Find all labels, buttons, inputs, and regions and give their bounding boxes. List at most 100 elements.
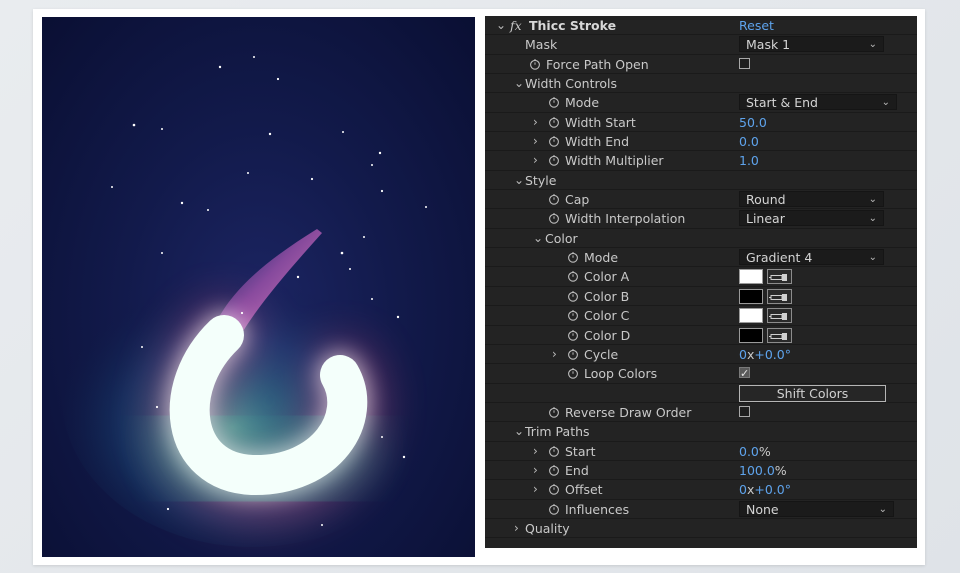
stopwatch-icon[interactable] xyxy=(548,464,560,476)
mode-label: Mode xyxy=(565,95,600,111)
stopwatch-icon[interactable] xyxy=(548,503,560,515)
trim-end-value[interactable]: 100.0% xyxy=(739,461,787,480)
stopwatch-icon[interactable] xyxy=(567,309,579,321)
mask-dropdown-value: Mask 1 xyxy=(746,37,791,53)
mode-dropdown[interactable]: Start & End ⌄ xyxy=(739,94,897,111)
stopwatch-icon[interactable] xyxy=(548,193,560,205)
cycle-degrees[interactable]: +0.0° xyxy=(754,347,791,362)
stopwatch-icon[interactable] xyxy=(548,445,560,457)
mask-dropdown[interactable]: Mask 1 ⌄ xyxy=(739,36,884,53)
color-c-label: Color C xyxy=(584,308,630,324)
fx-icon[interactable]: fx xyxy=(510,16,522,35)
stopwatch-icon[interactable] xyxy=(548,154,560,167)
stopwatch-icon[interactable] xyxy=(567,270,579,283)
color-d-eyedropper[interactable] xyxy=(767,327,792,343)
quality-group-row[interactable]: › Quality xyxy=(485,519,917,539)
trim-offset-revolutions[interactable]: 0 xyxy=(739,482,747,497)
width-controls-label: Width Controls xyxy=(525,76,617,92)
color-c-eyedropper[interactable] xyxy=(767,308,792,324)
color-a-swatch[interactable] xyxy=(739,269,763,285)
force-path-open-checkbox[interactable] xyxy=(739,57,750,69)
chevron-right-icon[interactable]: › xyxy=(533,442,543,461)
width-end-value[interactable]: 0.0 xyxy=(739,132,759,151)
chevron-right-icon[interactable]: › xyxy=(533,461,543,480)
cap-dropdown[interactable]: Round ⌄ xyxy=(739,191,884,208)
chevron-right-icon[interactable]: › xyxy=(514,519,524,538)
color-label: Color xyxy=(545,230,578,246)
stopwatch-icon[interactable] xyxy=(548,135,560,147)
cycle-revolutions[interactable]: 0 xyxy=(739,347,747,362)
cycle-row: › Cycle 0x+0.0° xyxy=(485,345,917,365)
loop-colors-checkbox[interactable] xyxy=(739,364,750,383)
influences-row: Influences None ⌄ xyxy=(485,500,917,519)
color-b-swatch[interactable] xyxy=(739,288,763,304)
chevron-down-icon[interactable]: ⌄ xyxy=(514,171,524,190)
stopwatch-icon[interactable] xyxy=(529,58,541,70)
chevron-down-icon[interactable]: ⌄ xyxy=(533,229,543,248)
chevron-right-icon[interactable]: › xyxy=(533,151,543,170)
shift-colors-row: Shift Colors xyxy=(485,384,917,403)
preview-canvas xyxy=(62,56,442,547)
stopwatch-icon[interactable] xyxy=(567,251,579,263)
color-a-eyedropper[interactable] xyxy=(767,269,792,285)
stopwatch-icon[interactable] xyxy=(548,483,560,496)
style-group-row[interactable]: ⌄ Style xyxy=(485,171,917,191)
stopwatch-icon[interactable] xyxy=(548,116,560,128)
chevron-down-icon: ⌄ xyxy=(881,97,890,109)
color-a-label: Color A xyxy=(584,269,630,285)
chevron-right-icon[interactable]: › xyxy=(533,132,543,151)
stopwatch-icon[interactable] xyxy=(548,406,560,418)
trim-start-label: Start xyxy=(565,443,596,459)
width-interpolation-dropdown[interactable]: Linear ⌄ xyxy=(739,210,884,227)
width-multiplier-row: › Width Multiplier 1.0 xyxy=(485,151,917,171)
width-multiplier-value[interactable]: 1.0 xyxy=(739,151,759,170)
cap-dropdown-value: Round xyxy=(746,192,786,208)
trim-end-row: › End 100.0% xyxy=(485,461,917,481)
chevron-down-icon: ⌄ xyxy=(868,194,877,206)
chevron-down-icon[interactable]: ⌄ xyxy=(496,16,506,35)
width-interpolation-label: Width Interpolation xyxy=(565,211,686,227)
color-b-eyedropper[interactable] xyxy=(767,288,792,304)
stopwatch-icon[interactable] xyxy=(567,290,579,302)
cycle-value[interactable]: 0x+0.0° xyxy=(739,345,791,364)
color-b-label: Color B xyxy=(584,288,630,304)
cap-label: Cap xyxy=(565,192,590,208)
trim-paths-group-row[interactable]: ⌄ Trim Paths xyxy=(485,422,917,442)
color-c-swatch[interactable] xyxy=(739,308,763,324)
stopwatch-icon[interactable] xyxy=(567,348,579,360)
trim-paths-label: Trim Paths xyxy=(525,424,590,440)
trim-offset-degrees[interactable]: +0.0° xyxy=(754,482,791,497)
shift-colors-button[interactable]: Shift Colors xyxy=(739,384,886,402)
color-d-label: Color D xyxy=(584,327,631,343)
color-mode-dropdown-value: Gradient 4 xyxy=(746,250,813,266)
stopwatch-icon[interactable] xyxy=(548,212,560,225)
influences-dropdown[interactable]: None ⌄ xyxy=(739,500,894,517)
width-start-value[interactable]: 50.0 xyxy=(739,113,767,132)
trim-end-number[interactable]: 100.0 xyxy=(739,463,775,478)
chevron-down-icon: ⌄ xyxy=(868,252,877,264)
color-d-row: Color D xyxy=(485,326,917,345)
chevron-right-icon[interactable]: › xyxy=(533,480,543,499)
trim-offset-value[interactable]: 0x+0.0° xyxy=(739,480,791,499)
stopwatch-icon[interactable] xyxy=(567,329,579,341)
stopwatch-icon[interactable] xyxy=(548,96,560,109)
trim-start-value[interactable]: 0.0% xyxy=(739,442,771,461)
effect-header-row[interactable]: ⌄ fx Thicc Stroke Reset xyxy=(485,16,917,36)
color-d-swatch[interactable] xyxy=(739,327,763,343)
trim-start-row: › Start 0.0% xyxy=(485,442,917,461)
chevron-down-icon[interactable]: ⌄ xyxy=(514,74,524,93)
color-mode-label: Mode xyxy=(584,250,619,266)
color-group-row[interactable]: ⌄ Color xyxy=(485,229,917,249)
trim-start-number[interactable]: 0.0 xyxy=(739,444,759,459)
chevron-down-icon[interactable]: ⌄ xyxy=(514,422,524,441)
width-controls-group-row[interactable]: ⌄ Width Controls xyxy=(485,74,917,94)
color-mode-dropdown[interactable]: Gradient 4 ⌄ xyxy=(739,249,884,266)
stopwatch-icon[interactable] xyxy=(567,367,579,379)
reset-link[interactable]: Reset xyxy=(739,16,774,35)
cycle-label: Cycle xyxy=(584,346,619,362)
reverse-draw-order-checkbox[interactable] xyxy=(739,405,750,417)
width-interpolation-dropdown-value: Linear xyxy=(746,211,785,227)
chevron-right-icon[interactable]: › xyxy=(552,345,562,364)
chevron-down-icon: ⌄ xyxy=(868,213,877,225)
chevron-right-icon[interactable]: › xyxy=(533,113,543,132)
